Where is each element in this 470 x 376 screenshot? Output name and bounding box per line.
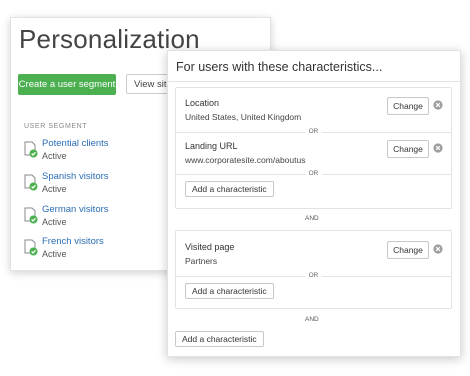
segment-status: Active bbox=[42, 151, 67, 161]
segment-status: Active bbox=[42, 249, 67, 259]
remove-icon[interactable] bbox=[433, 100, 443, 110]
segment-name-link[interactable]: French visitors bbox=[42, 236, 104, 247]
segment-item-french-visitors[interactable]: French visitors Active bbox=[24, 236, 184, 264]
panel-title: For users with these characteristics... bbox=[176, 60, 383, 74]
characteristic-group: Visited page Partners Change OR Add a ch… bbox=[175, 230, 452, 309]
characteristic-group: Location United States, United Kingdom C… bbox=[175, 87, 452, 209]
characteristic-label: Landing URL bbox=[185, 141, 238, 151]
add-characteristic-button[interactable]: Add a characteristic bbox=[175, 331, 264, 347]
document-check-icon bbox=[24, 141, 38, 158]
or-label: OR bbox=[304, 127, 323, 137]
document-check-icon bbox=[24, 207, 38, 224]
remove-icon[interactable] bbox=[433, 244, 443, 254]
remove-icon[interactable] bbox=[433, 143, 443, 153]
or-separator: OR bbox=[176, 169, 451, 179]
change-button[interactable]: Change bbox=[387, 241, 429, 259]
or-label: OR bbox=[304, 169, 323, 179]
characteristic-label: Visited page bbox=[185, 242, 235, 252]
change-button[interactable]: Change bbox=[387, 140, 429, 158]
characteristic-label: Location bbox=[185, 98, 220, 108]
segment-name-link[interactable]: Spanish visitors bbox=[42, 171, 109, 182]
or-separator: OR bbox=[176, 271, 451, 281]
segment-name-link[interactable]: German visitors bbox=[42, 204, 109, 215]
segment-status: Active bbox=[42, 184, 67, 194]
divider bbox=[168, 81, 460, 82]
or-label: OR bbox=[304, 271, 323, 281]
and-label: AND bbox=[305, 215, 319, 222]
change-button[interactable]: Change bbox=[387, 97, 429, 115]
segment-name-link[interactable]: Potential clients bbox=[42, 138, 109, 149]
characteristics-panel: For users with these characteristics... … bbox=[167, 50, 461, 357]
or-separator: OR bbox=[176, 127, 451, 137]
add-characteristic-button[interactable]: Add a characteristic bbox=[185, 283, 274, 299]
document-check-icon bbox=[24, 239, 38, 256]
segment-item-potential-clients[interactable]: Potential clients Active bbox=[24, 138, 184, 166]
add-characteristic-button[interactable]: Add a characteristic bbox=[185, 181, 274, 197]
characteristic-value: www.corporatesite.com/aboutus bbox=[185, 155, 306, 165]
characteristic-value: Partners bbox=[185, 256, 218, 266]
and-label: AND bbox=[305, 316, 319, 323]
segment-column-header: USER SEGMENT bbox=[24, 123, 88, 130]
segment-item-spanish-visitors[interactable]: Spanish visitors Active bbox=[24, 171, 184, 199]
create-segment-button[interactable]: Create a user segment bbox=[18, 74, 116, 95]
characteristic-value: United States, United Kingdom bbox=[185, 112, 302, 122]
document-check-icon bbox=[24, 174, 38, 191]
segment-status: Active bbox=[42, 217, 67, 227]
segment-item-german-visitors[interactable]: German visitors Active bbox=[24, 204, 184, 232]
